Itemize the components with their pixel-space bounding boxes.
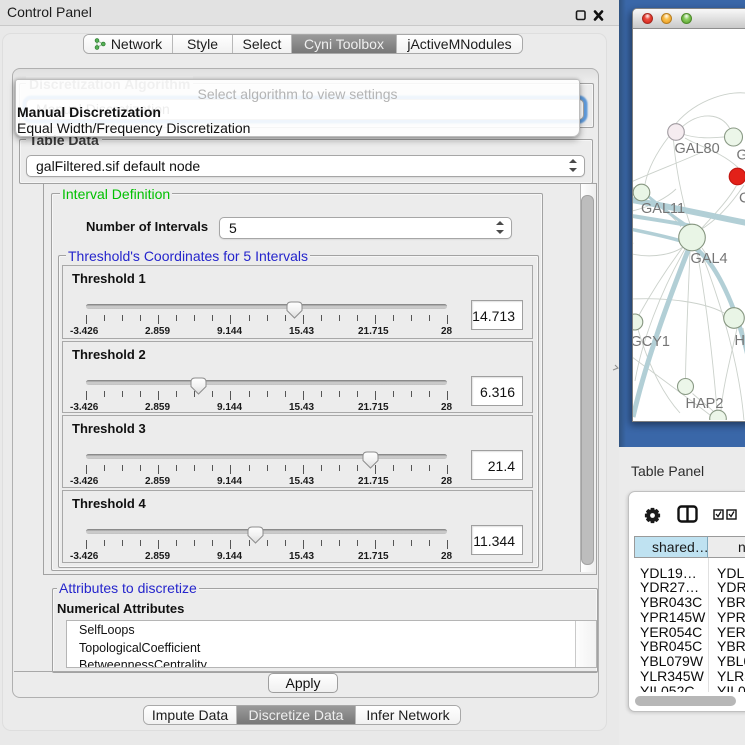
svg-text:GCY1: GCY1 [633,334,670,350]
svg-text:C: C [739,191,745,207]
svg-text:GA: GA [737,148,745,164]
svg-text:HAP2: HAP2 [686,396,724,412]
svg-text:GAL11: GAL11 [641,201,685,217]
svg-text:GAL4: GAL4 [691,251,728,267]
svg-text:GAL80: GAL80 [675,141,720,157]
svg-text:H: H [735,333,745,349]
